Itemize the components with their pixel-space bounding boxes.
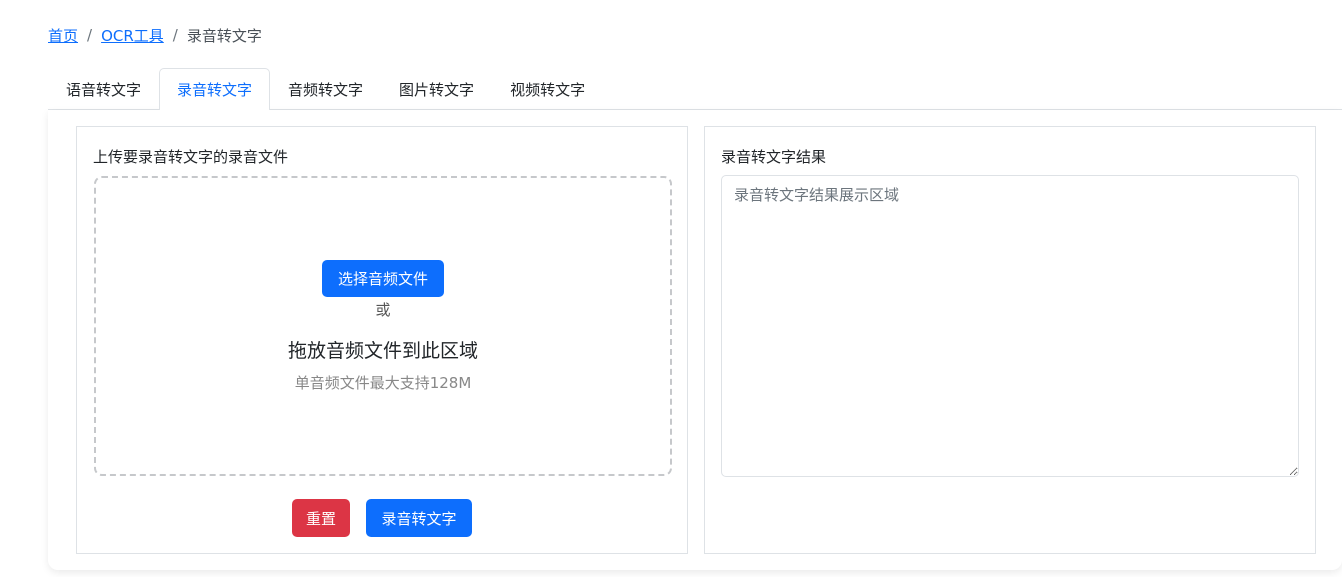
tool-tabs: 语音转文字 录音转文字 音频转文字 图片转文字 视频转文字 xyxy=(48,68,603,111)
upload-panel-title: 上传要录音转文字的录音文件 xyxy=(93,148,289,166)
reset-button[interactable]: 重置 xyxy=(292,499,350,537)
tab-recording-to-text[interactable]: 录音转文字 xyxy=(159,68,271,111)
result-panel-title: 录音转文字结果 xyxy=(721,148,827,166)
breadcrumb: 首页 / OCR工具 / 录音转文字 xyxy=(48,24,262,46)
breadcrumb-ocr-tools-link[interactable]: OCR工具 xyxy=(101,25,164,46)
convert-button[interactable]: 录音转文字 xyxy=(366,499,472,537)
breadcrumb-separator: / xyxy=(172,26,178,44)
tab-video-to-text[interactable]: 视频转文字 xyxy=(492,68,603,110)
breadcrumb-separator: / xyxy=(87,26,93,44)
file-size-limit-hint: 单音频文件最大支持128M xyxy=(294,374,472,392)
or-text: 或 xyxy=(375,301,391,319)
result-panel: 录音转文字结果 xyxy=(704,126,1316,554)
choose-audio-file-button[interactable]: 选择音频文件 xyxy=(322,260,444,297)
result-textarea[interactable] xyxy=(721,175,1299,477)
tab-audio-to-text[interactable]: 音频转文字 xyxy=(270,68,381,110)
tab-image-to-text[interactable]: 图片转文字 xyxy=(381,68,492,110)
drop-instruction: 拖放音频文件到此区域 xyxy=(287,340,478,362)
breadcrumb-current: 录音转文字 xyxy=(186,26,262,45)
tab-speech-to-text[interactable]: 语音转文字 xyxy=(48,68,159,110)
breadcrumb-home-link[interactable]: 首页 xyxy=(48,25,78,46)
action-buttons: 重置 录音转文字 xyxy=(77,499,687,537)
audio-dropzone[interactable]: 选择音频文件 或 拖放音频文件到此区域 单音频文件最大支持128M xyxy=(94,176,672,476)
upload-panel: 上传要录音转文字的录音文件 选择音频文件 或 拖放音频文件到此区域 单音频文件最… xyxy=(76,126,688,554)
